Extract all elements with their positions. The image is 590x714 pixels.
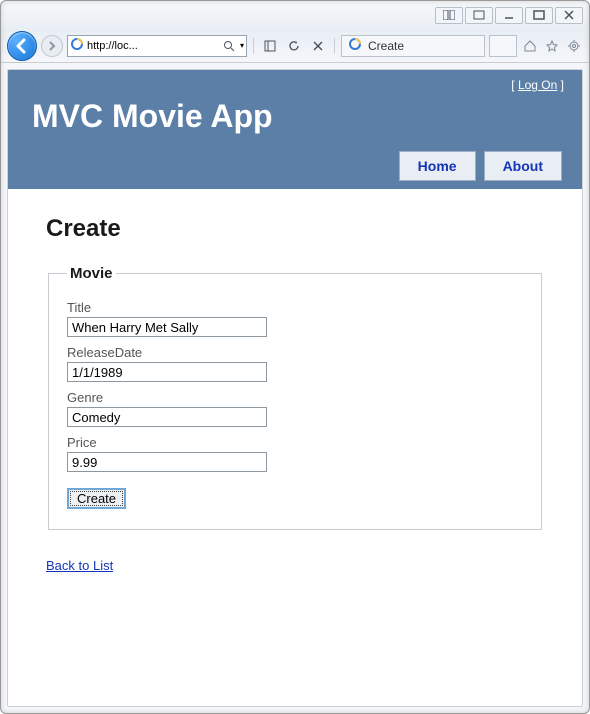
ie-icon (348, 37, 362, 54)
price-label: Price (67, 435, 523, 450)
minimize-icon[interactable] (495, 7, 523, 24)
back-button[interactable] (7, 31, 37, 61)
forward-button[interactable] (41, 35, 63, 57)
genre-input[interactable] (67, 407, 267, 427)
window-titlebar (1, 1, 589, 29)
new-tab-button[interactable] (489, 35, 517, 57)
tab-title: Create (368, 39, 404, 53)
logon-link[interactable]: Log On (518, 78, 557, 92)
maximize-icon[interactable] (525, 7, 553, 24)
price-input[interactable] (67, 452, 267, 472)
home-icon[interactable] (521, 37, 539, 55)
nav-menu: Home About (26, 151, 564, 189)
tools-icon[interactable] (565, 37, 583, 55)
separator (334, 38, 335, 54)
create-button[interactable]: Create (67, 488, 126, 509)
search-icon[interactable] (221, 38, 237, 54)
genre-label: Genre (67, 390, 523, 405)
movie-fieldset: Movie Title ReleaseDate Genre Price (48, 265, 542, 530)
favorites-icon[interactable] (543, 37, 561, 55)
browser-toolbar: http://loc... ▾ Create (1, 29, 589, 63)
restore-right-icon[interactable] (465, 7, 493, 24)
refresh-icon[interactable] (284, 36, 304, 56)
browser-tab[interactable]: Create (341, 35, 485, 57)
compat-view-icon[interactable] (260, 36, 280, 56)
separator (253, 38, 254, 54)
page-title: Create (46, 215, 544, 243)
fieldset-legend: Movie (67, 265, 116, 282)
nav-about[interactable]: About (484, 151, 562, 181)
close-icon[interactable] (555, 7, 583, 24)
ie-icon (70, 37, 84, 54)
title-input[interactable] (67, 317, 267, 337)
title-label: Title (67, 300, 523, 315)
page-viewport: [ Log On ] MVC Movie App Home About Crea… (7, 69, 583, 707)
browser-window: http://loc... ▾ Create (0, 0, 590, 714)
nav-home[interactable]: Home (399, 151, 476, 181)
split-left-icon[interactable] (435, 7, 463, 24)
stop-icon[interactable] (308, 36, 328, 56)
releasedate-label: ReleaseDate (67, 345, 523, 360)
dropdown-icon[interactable]: ▾ (240, 41, 244, 50)
app-title: MVC Movie App (26, 92, 564, 151)
logon-area: [ Log On ] (26, 78, 564, 92)
releasedate-input[interactable] (67, 362, 267, 382)
url-text: http://loc... (87, 40, 218, 52)
address-bar[interactable]: http://loc... ▾ (67, 35, 247, 57)
back-to-list-link[interactable]: Back to List (46, 558, 113, 573)
page-header-band: [ Log On ] MVC Movie App Home About (8, 70, 582, 189)
page-content: Create Movie Title ReleaseDate Genre Pri… (8, 189, 582, 585)
